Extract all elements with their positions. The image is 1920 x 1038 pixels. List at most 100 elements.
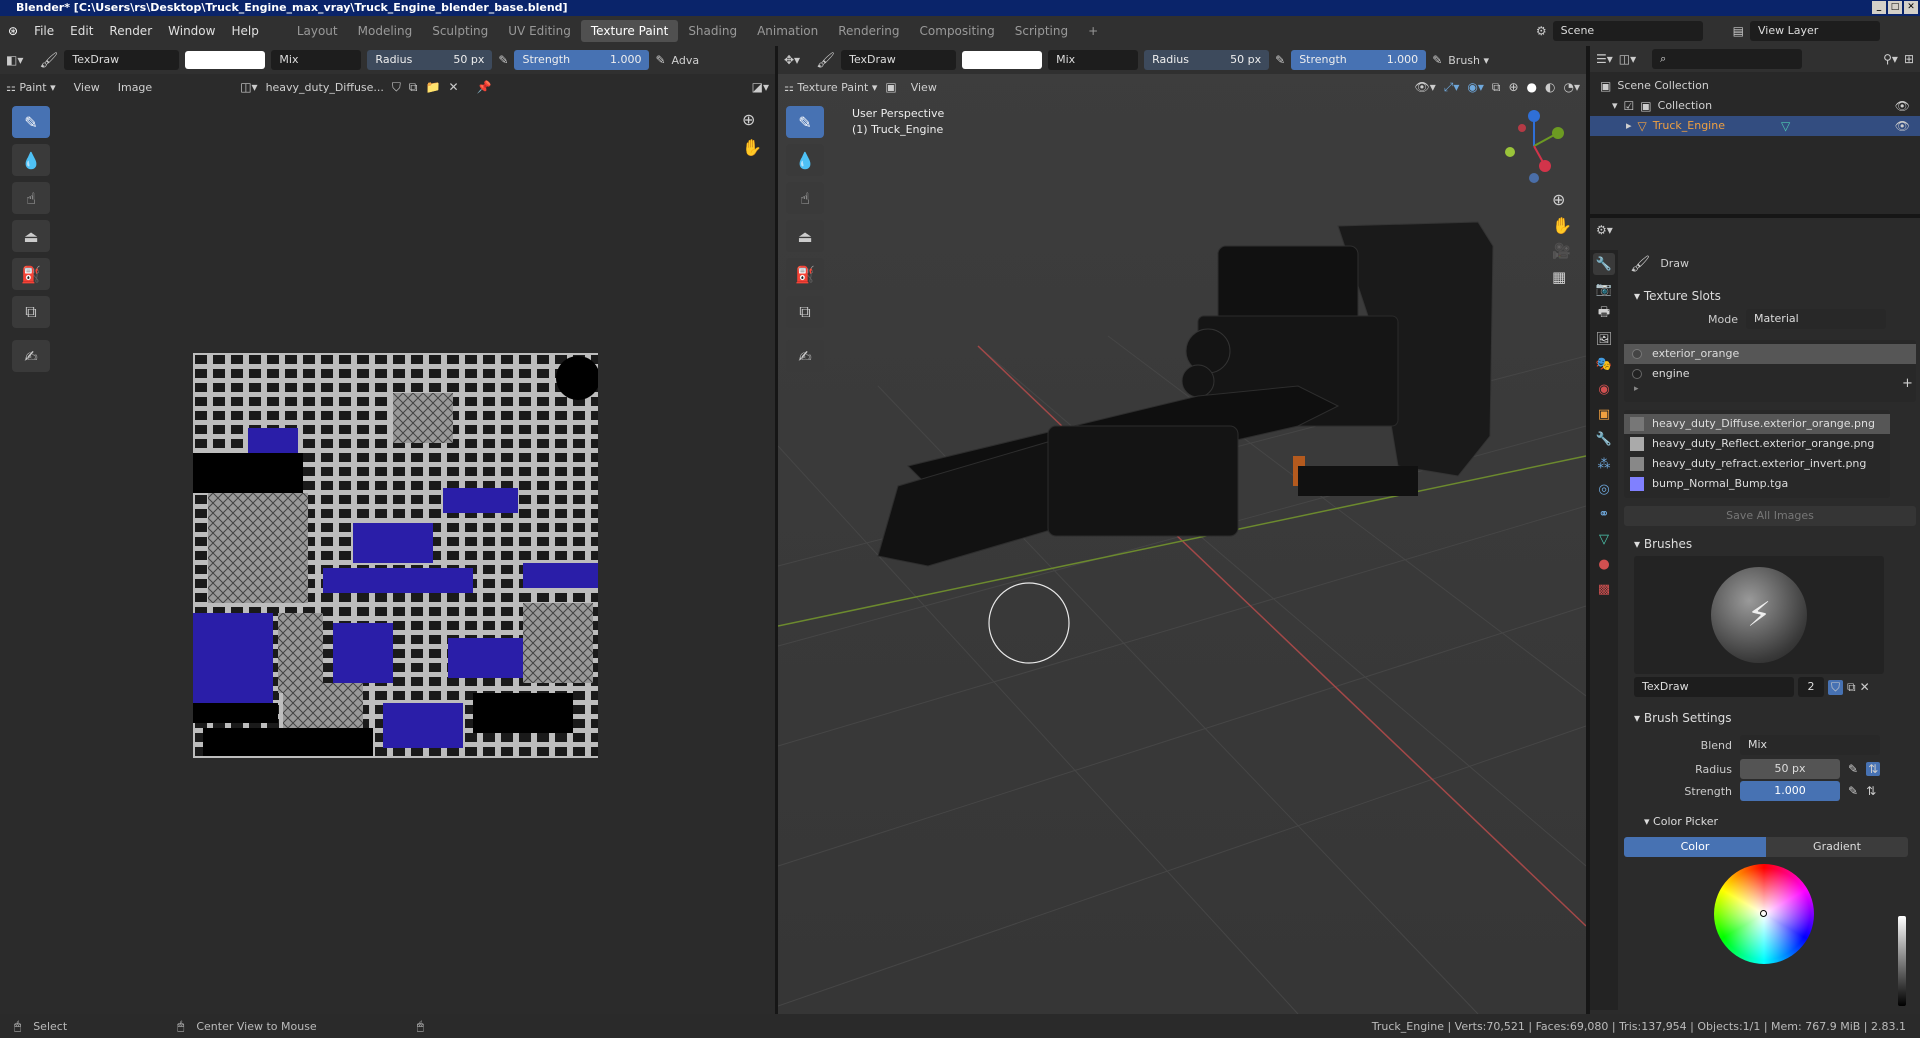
pressure-icon[interactable]: ✎ xyxy=(498,53,508,67)
duplicate-brush-icon[interactable]: ⧉ xyxy=(1847,680,1856,695)
workspace-tab-animation[interactable]: Animation xyxy=(747,20,828,42)
mask-tool-icon[interactable]: ⧉ xyxy=(786,296,824,328)
menu-edit[interactable]: Edit xyxy=(62,24,101,38)
mask-toggle-icon[interactable]: ▣ xyxy=(885,80,896,94)
strength-slider[interactable]: Strength 1.000 xyxy=(514,50,650,70)
brush-preview[interactable]: ⚡ xyxy=(1634,556,1884,674)
strength-slider[interactable]: Strength 1.000 xyxy=(1291,50,1427,70)
view-layer-tab-icon[interactable]: 🖼 xyxy=(1593,328,1615,350)
workspace-tab-uv-editing[interactable]: UV Editing xyxy=(498,20,581,42)
clone-tool-icon[interactable]: ⏏ xyxy=(12,220,50,252)
fill-tool-icon[interactable]: ⛽ xyxy=(12,258,50,290)
editor-type-icon[interactable]: ◧▾ xyxy=(6,53,23,67)
mask-tool-icon[interactable]: ⧉ xyxy=(12,296,50,328)
maximize-button[interactable]: □ xyxy=(1888,1,1902,14)
blender-logo-icon[interactable]: ⊛ xyxy=(0,24,26,38)
unlink-icon[interactable]: ✕ xyxy=(448,80,458,94)
constraints-tab-icon[interactable]: ⚭ xyxy=(1593,503,1615,525)
workspace-tab-compositing[interactable]: Compositing xyxy=(910,20,1005,42)
fake-user-icon[interactable]: ⛉ xyxy=(392,80,401,95)
ortho-toggle-icon[interactable]: ▦ xyxy=(1552,268,1566,286)
brushes-panel-header[interactable]: ▾ Brushes xyxy=(1624,532,1916,556)
blend-select[interactable]: Mix xyxy=(1740,735,1880,755)
material-slot-item[interactable]: exterior_orange xyxy=(1624,344,1916,364)
texture-tab-icon[interactable]: ▩ xyxy=(1593,578,1615,600)
pan-hand-icon[interactable]: ✋ xyxy=(1552,216,1572,235)
outliner-search-input[interactable]: ⌕ xyxy=(1652,49,1803,69)
material-tab-icon[interactable]: ● xyxy=(1593,553,1615,575)
annotate-tool-icon[interactable]: ✍ xyxy=(12,340,50,372)
data-tab-icon[interactable]: ▽ xyxy=(1593,528,1615,550)
view-layer-selector[interactable]: View Layer xyxy=(1750,21,1880,41)
pressure-icon[interactable]: ✎ xyxy=(655,53,665,67)
workspace-tab-scripting[interactable]: Scripting xyxy=(1005,20,1078,42)
draw-tool-icon[interactable]: ✎ xyxy=(12,106,50,138)
workspace-tab-layout[interactable]: Layout xyxy=(287,20,348,42)
save-all-images-button[interactable]: Save All Images xyxy=(1624,506,1916,526)
workspace-tab-rendering[interactable]: Rendering xyxy=(828,20,909,42)
wireframe-shading-icon[interactable]: ⊕ xyxy=(1508,80,1518,94)
unlink-brush-icon[interactable]: ✕ xyxy=(1860,680,1870,694)
zoom-icon[interactable]: ⊕ xyxy=(1552,190,1565,209)
strength-field[interactable]: 1.000 xyxy=(1740,781,1840,801)
view-layer-icon[interactable]: ▤ xyxy=(1733,24,1744,38)
output-tab-icon[interactable]: 🖶 xyxy=(1593,303,1615,325)
soften-tool-icon[interactable]: 💧 xyxy=(786,144,824,176)
value-slider[interactable] xyxy=(1898,916,1906,1006)
unified-strength-icon[interactable]: ⇅ xyxy=(1866,784,1876,798)
blend-mode-select[interactable]: Mix xyxy=(1048,50,1139,70)
smear-tool-icon[interactable]: ☝ xyxy=(12,182,50,214)
color-tab[interactable]: Color xyxy=(1624,837,1766,857)
draw-tool-icon[interactable]: ✎ xyxy=(786,106,824,138)
view-menu[interactable]: View xyxy=(74,81,100,94)
image-menu[interactable]: Image xyxy=(118,81,152,94)
new-image-icon[interactable]: ⧉ xyxy=(409,80,418,95)
tree-collection[interactable]: ▾ ☑ ▣ Collection 👁 xyxy=(1600,96,1910,116)
texture-image-item[interactable]: heavy_duty_refract.exterior_invert.png xyxy=(1624,454,1890,474)
scene-icon[interactable]: ⚙ xyxy=(1536,24,1547,38)
texture-slots-panel-header[interactable]: ▾ Texture Slots xyxy=(1624,284,1916,308)
brush-icon[interactable]: 🖌 xyxy=(39,51,58,69)
brush-settings-panel-header[interactable]: ▾ Brush Settings xyxy=(1624,706,1916,730)
pressure-icon[interactable]: ✎ xyxy=(1275,53,1285,67)
camera-view-icon[interactable]: 🎥 xyxy=(1552,242,1571,260)
mode-select[interactable]: Material xyxy=(1746,309,1886,329)
workspace-tab-texture-paint[interactable]: Texture Paint xyxy=(580,20,679,42)
brush-menu[interactable]: Brush ▾ xyxy=(1448,54,1489,67)
image-browse-icon[interactable]: ◫▾ xyxy=(240,80,257,94)
modifier-tab-icon[interactable]: 🔧 xyxy=(1593,428,1615,450)
expand-arrow-icon[interactable]: ▸ xyxy=(1626,116,1632,136)
radius-slider[interactable]: Radius 50 px xyxy=(367,50,493,70)
expand-arrow-icon[interactable]: ▾ xyxy=(1612,96,1618,116)
paint-mode-menu[interactable]: ⚏ Paint ▾ xyxy=(6,81,56,94)
tool-tab-icon[interactable]: 🔧 xyxy=(1593,253,1615,275)
filter-icon[interactable]: ⚲▾ xyxy=(1883,52,1898,66)
minimize-button[interactable]: _ xyxy=(1872,1,1886,14)
image-name-field[interactable]: heavy_duty_Diffuse... xyxy=(266,81,384,94)
particles-tab-icon[interactable]: ⁂ xyxy=(1593,453,1615,475)
texture-paint-mode-menu[interactable]: ⚏ Texture Paint ▾ xyxy=(784,81,877,94)
color-swatch[interactable] xyxy=(962,51,1043,69)
eye-icon[interactable]: 👁 xyxy=(1895,116,1910,136)
display-mode-icon[interactable]: ◫▾ xyxy=(1619,52,1636,66)
scene-tab-icon[interactable]: 🎭 xyxy=(1593,353,1615,375)
pressure-icon[interactable]: ✎ xyxy=(1432,53,1442,67)
add-texture-icon[interactable]: + xyxy=(1902,376,1913,391)
workspace-tab-modeling[interactable]: Modeling xyxy=(348,20,423,42)
pin-icon[interactable]: 📌 xyxy=(477,80,492,94)
scene-selector[interactable]: Scene xyxy=(1552,21,1703,41)
color-swatch[interactable] xyxy=(185,51,266,69)
menu-window[interactable]: Window xyxy=(160,24,223,38)
brush-name-field[interactable]: TexDraw xyxy=(841,50,957,70)
navigation-gizmo[interactable] xyxy=(1494,106,1574,186)
color-wheel-cursor[interactable] xyxy=(1760,910,1767,917)
brush-users-count[interactable]: 2 xyxy=(1798,677,1824,697)
color-wheel[interactable] xyxy=(1714,864,1814,964)
world-tab-icon[interactable]: ◉ xyxy=(1593,378,1615,400)
unified-size-icon[interactable]: ⇅ xyxy=(1866,762,1881,776)
pressure-icon[interactable]: ✎ xyxy=(1848,762,1858,776)
brush-name-field[interactable]: TexDraw xyxy=(64,50,180,70)
gradient-tab[interactable]: Gradient xyxy=(1766,837,1908,857)
menu-render[interactable]: Render xyxy=(101,24,160,38)
workspace-tab-sculpting[interactable]: Sculpting xyxy=(422,20,498,42)
